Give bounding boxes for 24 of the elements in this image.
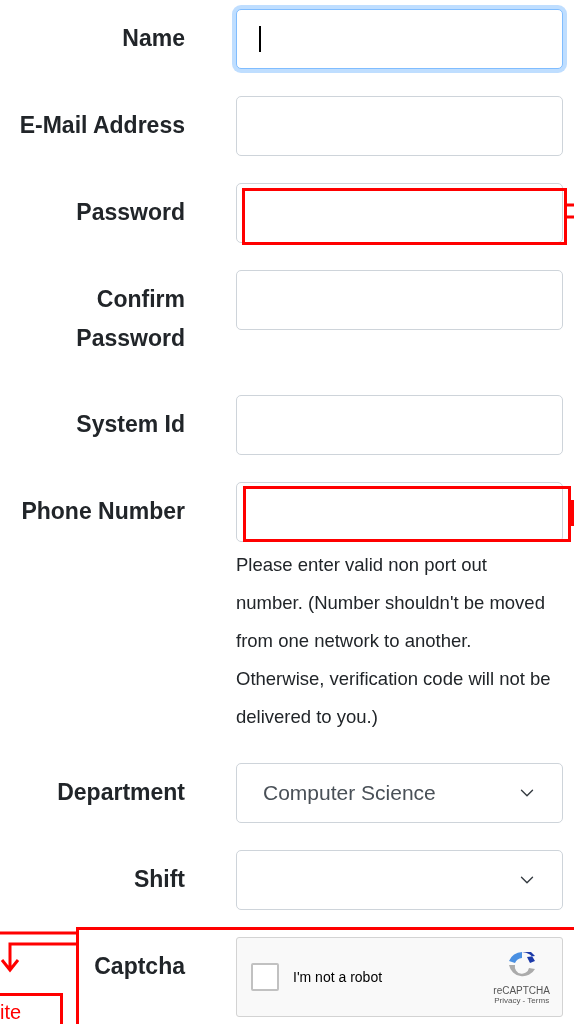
input-field[interactable] xyxy=(236,96,563,156)
select-value: Computer Science xyxy=(263,781,436,805)
select-field[interactable] xyxy=(236,850,563,910)
field-label: Department xyxy=(57,778,185,807)
checkbox-label: I'm not a robot xyxy=(293,969,384,985)
select-field[interactable]: Computer Science xyxy=(236,763,563,823)
field-label: Password xyxy=(76,198,185,227)
field-label: Name xyxy=(122,24,185,53)
field-label: System Id xyxy=(76,410,185,439)
input-field[interactable] xyxy=(236,9,563,69)
field-label: Confirm Password xyxy=(75,285,185,353)
field-label: Captcha xyxy=(94,952,185,981)
input-field[interactable] xyxy=(236,395,563,455)
field-label: Phone Number xyxy=(21,497,185,526)
annotation-connector xyxy=(566,203,574,219)
captcha-checkbox[interactable] xyxy=(251,963,279,991)
field-label: Shift xyxy=(133,865,185,894)
input-field[interactable] xyxy=(236,270,563,330)
text-cursor xyxy=(259,26,261,52)
privacy-terms-links[interactable]: Privacy - Terms xyxy=(494,996,550,1005)
captcha-brand: reCAPTCHA xyxy=(493,985,550,996)
field-label: E-Mail Address xyxy=(19,111,185,140)
annotation-note: ite xyxy=(0,993,63,1024)
help-text: Please enter valid non port out number. (Number shouldn't be moved from one network to another. Otherwise, verification code will not be delivered to you.) xyxy=(236,553,551,729)
